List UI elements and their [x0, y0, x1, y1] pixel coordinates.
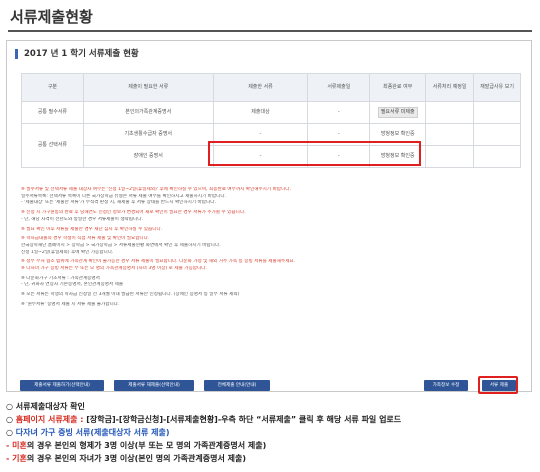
- cell-final-status: 필요서류 미제출: [369, 101, 427, 124]
- cell-reissue-reason: [473, 145, 521, 168]
- cell-required-doc: 본인의가족관계증명서: [82, 101, 214, 124]
- cell-reissue-reason: [473, 123, 521, 146]
- instruction-text: [장학금]-[장학금신청]-[서류제출현황]-우측 하단 “서류제출” 클릭 후…: [83, 415, 402, 424]
- action-button-row: 제출서류 제출하기(선택안내) 제출서류 재제출(선택안내) 전체제출 안내(안…: [20, 380, 526, 392]
- instruction-text: 다자녀 가구 증빙 서류(제출대상자 서류 제출): [15, 428, 170, 437]
- notice-line: ※ 정부 부처 협조 범위에 가족관계 확인이 불가능한 경우 서류 제출이 필…: [21, 259, 296, 265]
- instruction-line: ○ 다자녀 가구 증빙 서류(제출대상자 서류 제출): [6, 426, 534, 439]
- table-header-row: 구분 제출이 필요한 서류 제출한 서류 서류제출일 최종완료 여부 서류처리 …: [21, 73, 521, 102]
- notice-line: 신청 1일~2일(휴일제외) 후에 확인 가능합니다.: [21, 249, 114, 255]
- notice-line: ※ 다자녀 가구 증빙 서류는 부 또는 모 명의 가족관계증명서 (자녀 3명…: [21, 266, 207, 272]
- notice-line: ※ 모든 서류는 학생의 학자금 신청일 전 3개월 이내 발급된 서류만 인정…: [21, 292, 240, 298]
- status-badge: 필요서류 미제출: [377, 107, 418, 118]
- col-category: 구분: [21, 73, 84, 102]
- col-final-status: 최종완료 여부: [369, 73, 427, 102]
- instruction-text: 의 경우 본인의 형제가 3명 이상(부 또는 모 명의 가족관계증명서 제출): [26, 441, 267, 450]
- cell-reissue-reason: [473, 101, 521, 124]
- cell-process-date: [425, 101, 475, 124]
- notice-line: ※ 다문화가구 기초서류 : 가족관계증명서: [21, 275, 100, 281]
- table-row: 공통 필수서류 본인의가족관계증명서 제출대상 - 필요서류 미제출: [21, 101, 521, 124]
- bullet-icon: ○: [6, 415, 13, 424]
- submit-docs-guide-button[interactable]: 제출서류 제출하기(선택안내): [20, 380, 104, 391]
- title-divider: [8, 30, 532, 32]
- notice-line: - 단, 귀화자 연장자 기본증명서, 혼인관계증명서 제출: [21, 282, 124, 288]
- cell-category: 공통 선택서류: [21, 123, 84, 168]
- col-submit-date: 서류제출일: [307, 73, 371, 102]
- instruction-text: 서류제출대상자 확인: [15, 402, 85, 411]
- instruction-line: ○ 홈페이지 서류제출 : [장학금]-[장학금신청]-[서류제출현황]-우측 …: [6, 413, 534, 426]
- col-submitted-docs: 제출한 서류: [212, 73, 309, 102]
- instruction-line: - 기혼의 경우 본인의 자녀가 3명 이상(본인 명의 가족관계증명서 제출): [6, 452, 534, 465]
- section-title: 2017 년 1 학기 서류제출 현황: [15, 49, 139, 59]
- bullet-icon: ○: [6, 402, 13, 411]
- cell-process-date: [425, 145, 475, 168]
- notice-line: ※ 필요 확인 이후 서류를 제출한 경우 재단 심사 후 확인하실 수 있습니…: [21, 226, 163, 232]
- document-status-panel: 2017 년 1 학기 서류제출 현황 구분 제출이 필요한 서류 제출한 서류…: [6, 40, 532, 392]
- instruction-highlight: - 미혼: [6, 441, 27, 450]
- notice-line: 한국장학재단 홈페이지 > 장학금 > 국가장학금 > 서류제출현황 화면에서 …: [21, 242, 221, 248]
- notice-line: - '제출대상' 또는 '제출한 서류'가 부적격 판정 시, 재제출 후 서류…: [21, 200, 216, 206]
- full-submit-guide-button[interactable]: 전체제출 안내(안내): [204, 380, 270, 391]
- submit-button-highlight: [478, 376, 518, 394]
- notice-line: - 단, 해당 자격이 전년도와 동일한 경우 서류제출이 생략됩니다.: [21, 216, 143, 222]
- cell-submitted-doc: 제출대상: [212, 101, 309, 124]
- notice-line: ※ 필수서류 및 선택서류 제출 대상자 여부는 '신청 1일~2일(휴일제외)…: [21, 187, 291, 192]
- submission-highlight-box: [208, 141, 421, 166]
- instruction-text: 의 경우 본인의 자녀가 3명 이상(본인 명의 가족관계증명서 제출): [26, 454, 246, 463]
- cell-required-doc: 장애인 증명서: [82, 145, 214, 168]
- bullet-icon: ○: [6, 428, 13, 437]
- col-required-docs: 제출이 필요한 서류: [82, 73, 214, 102]
- notice-line: ※ 학자금대출의 경우 학생이 직접 서류 제출 및 확인이 필요합니다.: [21, 236, 150, 242]
- cell-required-doc: 기초생활수급자 증명서: [82, 123, 214, 146]
- cell-submit-date: -: [307, 101, 371, 124]
- instruction-highlight: - 기혼: [6, 454, 27, 463]
- col-process-date: 서류처리 예정일: [425, 73, 475, 102]
- notice-line: 일주서류목록: 선택서류 목록이 다른 국가장학금 유형은 서류 제출 여부를 …: [21, 193, 227, 199]
- edit-family-info-button[interactable]: 가족정보 수정: [424, 380, 468, 391]
- instruction-line: - 미혼의 경우 본인의 형제가 3명 이상(부 또는 모 명의 가족관계증명서…: [6, 439, 534, 452]
- resubmit-docs-guide-button[interactable]: 제출서류 재제출(선택안내): [114, 380, 194, 391]
- notice-line: ※ '원부서류' 증명서 제출 시 서류 제출 불가합니다.: [21, 301, 120, 307]
- notice-line: ※ 신청 시 가구원동의 완료 후 당해연도 신청인 정보가 변경되어 새로 확…: [21, 210, 246, 216]
- cell-category: 공통 필수서류: [21, 101, 84, 124]
- instruction-highlight: 홈페이지 서류제출 :: [15, 415, 84, 424]
- instruction-annotation: ○ 서류제출대상자 확인 ○ 홈페이지 서류제출 : [장학금]-[장학금신청]…: [6, 400, 534, 465]
- page-title: 서류제출현황: [10, 8, 93, 26]
- instruction-line: ○ 서류제출대상자 확인: [6, 400, 534, 413]
- cell-process-date: [425, 123, 475, 146]
- notice-text: ※ 필수서류 및 선택서류 제출 대상자 여부는 '신청 1일~2일(휴일제외)…: [21, 187, 521, 309]
- col-reissue-reason: 재발급사유 보기: [473, 73, 521, 102]
